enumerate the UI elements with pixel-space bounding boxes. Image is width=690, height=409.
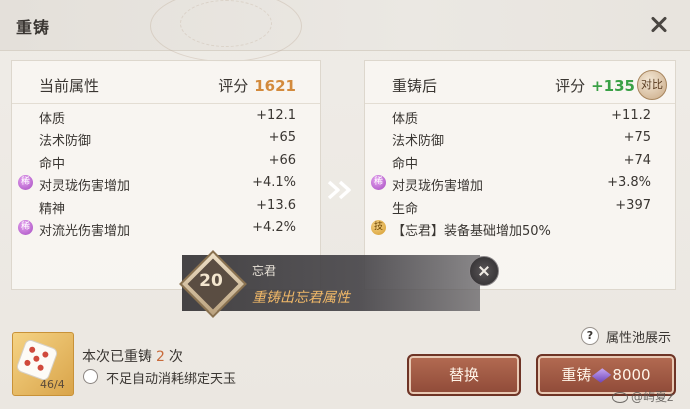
title-decoration-inner	[180, 0, 272, 47]
rare-badge-icon: 稀	[371, 175, 386, 191]
score: 评分 1621	[218, 75, 296, 96]
attr-row: 体质 +11.2	[365, 105, 675, 127]
attr-row: 体质 +12.1	[12, 105, 320, 127]
attr-row: 命中 +74	[365, 150, 675, 172]
attr-name: 命中	[392, 156, 419, 172]
attr-value: +66	[268, 152, 296, 168]
attr-value: +12.1	[256, 108, 296, 123]
attr-row: 稀 对灵珑伤害增加 +4.1%	[12, 172, 320, 194]
banner-name: 忘君	[252, 264, 277, 278]
attr-value: +11.2	[611, 108, 651, 123]
recast-button-label: 重铸	[561, 366, 592, 384]
score: 评分 +135	[555, 75, 635, 96]
close-icon[interactable]	[647, 13, 671, 37]
attr-value: +74	[623, 152, 651, 168]
score-label: 评分	[218, 77, 249, 95]
attr-value: +4.1%	[252, 175, 296, 191]
banner-description: 重铸出忘君属性	[252, 290, 350, 306]
attr-name: 对灵珑伤害增加	[392, 179, 484, 195]
banner-close-icon[interactable]	[469, 256, 499, 286]
attr-name: 【忘君】装备基础增加50%	[392, 223, 551, 239]
attr-name: 精神	[39, 201, 66, 217]
watermark: @屿夏z	[612, 388, 673, 405]
title-bar: 重铸	[0, 0, 690, 62]
recast-dialog: 重铸 当前属性 评分 1621 体质 +12.1 法术防御 +65 命中 +66	[0, 0, 690, 409]
gem-icon	[592, 368, 612, 383]
panel-header: 当前属性 评分 1621	[12, 61, 320, 104]
attr-pool-link[interactable]: 属性池展示	[606, 327, 671, 346]
auto-consume-label: 不足自动消耗绑定天玉	[106, 372, 237, 387]
score-label: 评分	[555, 77, 586, 95]
panel-header: 重铸后 评分 +135 对比	[365, 61, 675, 104]
arrow-icon	[327, 180, 351, 200]
attr-row: 生命 +397	[365, 195, 675, 217]
dialog-title: 重铸	[16, 18, 51, 37]
auto-consume-radio[interactable]	[83, 369, 98, 384]
weibo-icon	[612, 392, 628, 403]
attr-name: 体质	[392, 112, 419, 127]
help-icon[interactable]: ?	[581, 327, 599, 345]
attr-name: 体质	[39, 112, 66, 127]
attr-value: +397	[615, 197, 651, 213]
recast-suffix: 次	[168, 349, 183, 365]
replace-button[interactable]: 替换	[407, 354, 521, 396]
recast-count: 2	[156, 349, 165, 365]
attr-name: 法术防御	[392, 134, 445, 150]
attr-name: 法术防御	[39, 134, 92, 150]
score-value: 1621	[254, 77, 296, 95]
attr-row: 精神 +13.6	[12, 195, 320, 217]
attr-value: +65	[268, 130, 296, 146]
attr-name: 命中	[39, 156, 66, 172]
attr-row: 技 【忘君】装备基础增加50%	[365, 217, 675, 239]
recast-count-text: 本次已重铸 2 次	[82, 346, 183, 366]
attr-value: +3.8%	[607, 175, 651, 191]
attr-row: 稀 对灵珑伤害增加 +3.8%	[365, 172, 675, 194]
attr-value: +75	[623, 130, 651, 146]
rare-badge-icon: 稀	[18, 219, 33, 235]
recast-prefix: 本次已重铸	[82, 349, 152, 365]
attr-list: 体质 +11.2 法术防御 +75 命中 +74 稀 对灵珑伤害增加 +3.8%…	[365, 105, 675, 239]
recast-cost: 8000	[612, 366, 651, 384]
score-delta: +135	[591, 77, 635, 95]
attr-value: +4.2%	[252, 219, 296, 235]
level-number: 20	[199, 271, 223, 291]
panel-title: 重铸后	[392, 77, 438, 95]
attr-name: 对流光伤害增加	[39, 223, 131, 239]
dice-count: 46/4	[40, 378, 65, 391]
panel-title: 当前属性	[39, 77, 100, 95]
attr-name: 对灵珑伤害增加	[39, 179, 131, 195]
attr-list: 体质 +12.1 法术防御 +65 命中 +66 稀 对灵珑伤害增加 +4.1%…	[12, 105, 320, 239]
attr-row: 法术防御 +75	[365, 127, 675, 149]
attr-row: 稀 对流光伤害增加 +4.2%	[12, 217, 320, 239]
rare-badge-icon: 稀	[18, 175, 33, 191]
attr-row: 命中 +66	[12, 150, 320, 172]
skill-badge-icon: 技	[371, 219, 386, 235]
attr-value: +13.6	[256, 197, 296, 213]
attr-name: 生命	[392, 201, 419, 217]
attr-row: 法术防御 +65	[12, 127, 320, 149]
compare-button[interactable]: 对比	[637, 70, 667, 100]
